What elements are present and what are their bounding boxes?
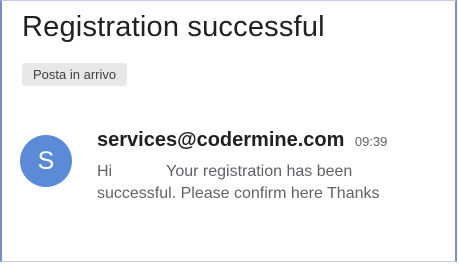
email-subject: Registration successful bbox=[22, 11, 325, 43]
snippet-greeting: Hi bbox=[97, 163, 113, 180]
email-view: Registration successful Posta in arrivo … bbox=[0, 0, 457, 262]
sender-email[interactable]: services@codermine.com bbox=[97, 129, 344, 151]
inbox-label-chip[interactable]: Posta in arrivo bbox=[22, 63, 128, 86]
snippet-line-1: Hi Your registration has been bbox=[97, 161, 452, 183]
sender-line: services@codermine.com 09:39 bbox=[97, 129, 387, 152]
snippet-line-2: successful. Please confirm here Thanks bbox=[97, 185, 380, 202]
snippet-text-1: Your registration has been bbox=[166, 163, 353, 180]
sender-avatar[interactable]: S bbox=[20, 135, 72, 187]
email-snippet: Hi Your registration has been successful.… bbox=[97, 161, 452, 205]
email-time: 09:39 bbox=[354, 134, 388, 149]
